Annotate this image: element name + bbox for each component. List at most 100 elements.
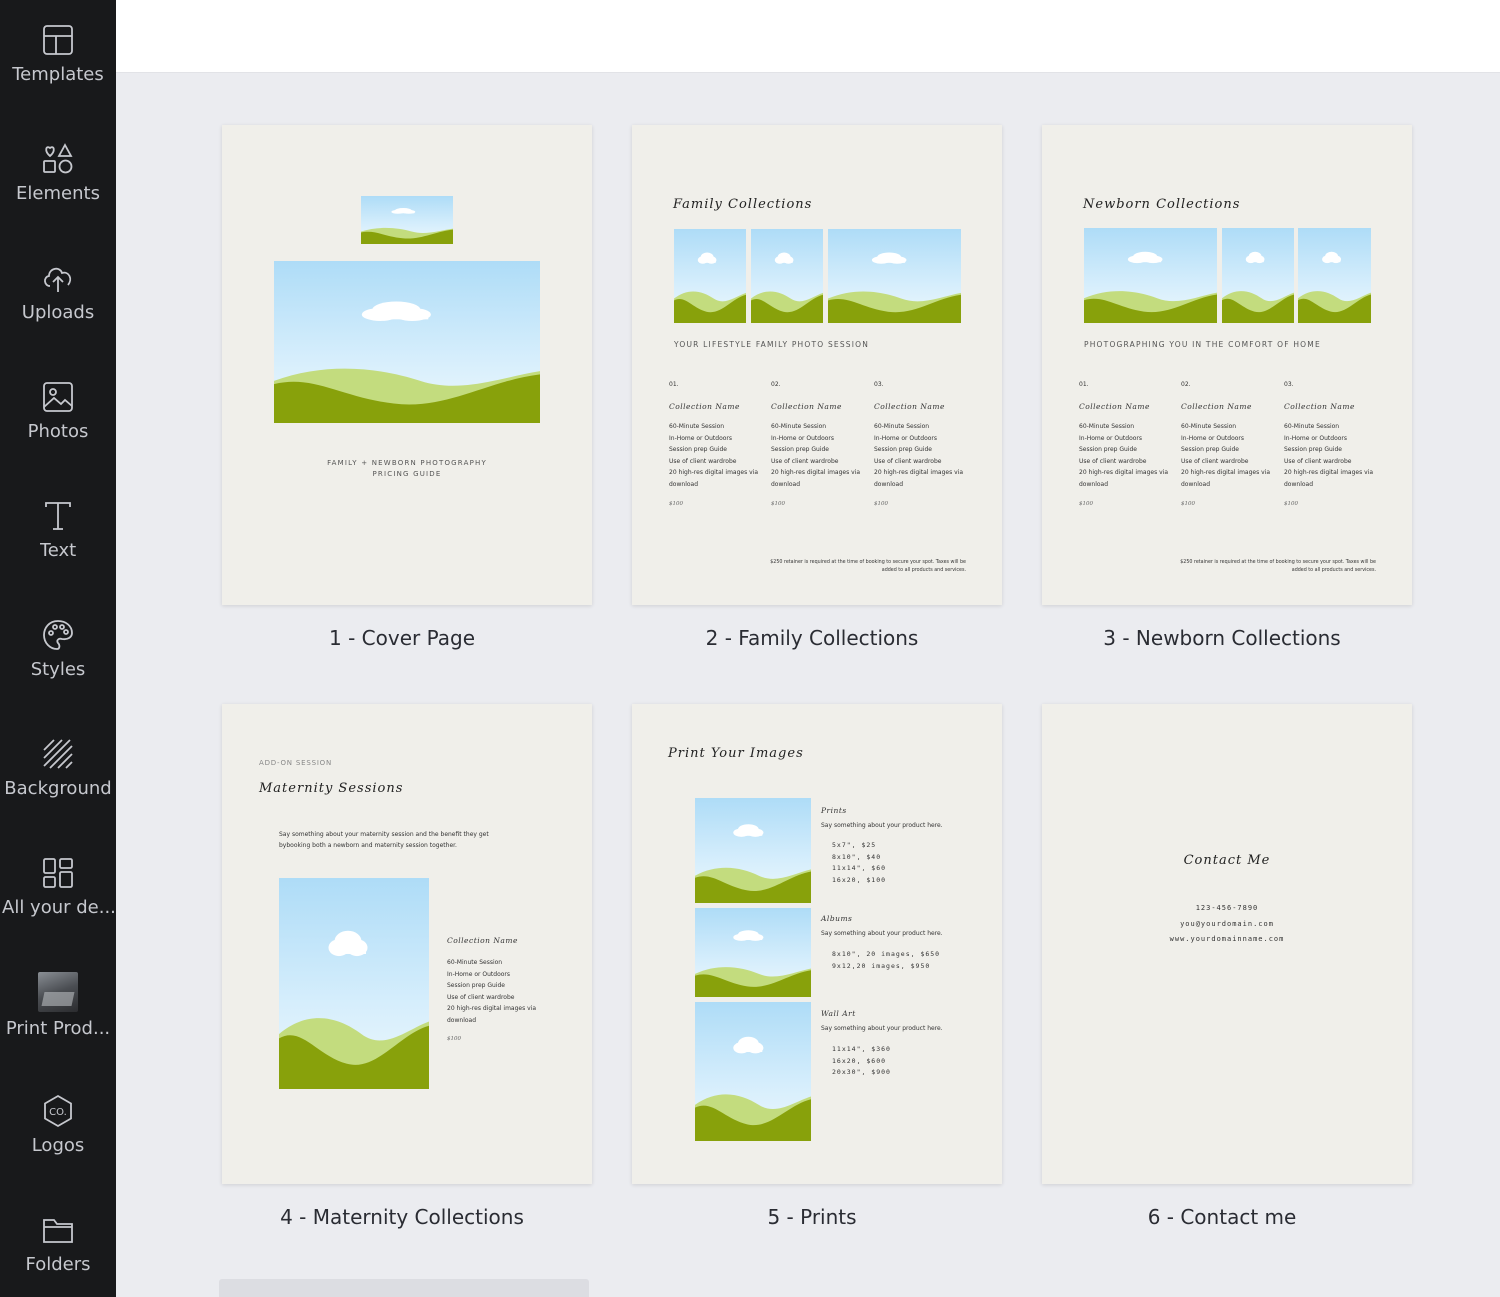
sidebar-item-elements[interactable]: Elements (0, 119, 116, 238)
page-thumbnail-partial[interactable] (219, 1279, 589, 1297)
sidebar-item-label: Elements (16, 183, 100, 204)
background-icon (40, 736, 76, 772)
product-price-list: 8x10", 20 images, $650 9x12,20 images, $9… (832, 950, 941, 970)
product-description: Say something about your product here. (821, 822, 943, 829)
photo-placeholder (279, 878, 429, 1089)
contact-email: you@yourdomain.com (1180, 919, 1274, 928)
collection-name: Collection Name (1079, 402, 1150, 411)
page-title: Newborn Collections (1083, 197, 1241, 212)
sidebar-item-styles[interactable]: Styles (0, 595, 116, 714)
sidebar-item-text[interactable]: Text (0, 476, 116, 595)
text-icon (40, 498, 76, 534)
photo-placeholder (1298, 228, 1371, 323)
photo-placeholder (695, 798, 811, 903)
photo-placeholder (695, 1002, 811, 1141)
elements-icon (40, 141, 76, 177)
sidebar-item-all-your-designs[interactable]: All your de... (0, 833, 116, 952)
templates-icon (40, 22, 76, 58)
sidebar-item-templates[interactable]: Templates (0, 0, 116, 119)
upload-cloud-icon (40, 260, 76, 296)
photo-icon (40, 379, 76, 415)
folder-icon (40, 1212, 76, 1248)
product-price-list: 11x14", $360 16x20, $600 20x30", $900 (832, 1045, 891, 1076)
collection-name: Collection Name (447, 936, 518, 945)
collection-name: Collection Name (771, 402, 842, 411)
page-thumbnail-prints[interactable]: Print Your Images Prints Say something a… (632, 704, 1002, 1184)
product-name: Wall Art (821, 1009, 856, 1018)
page-kicker: ADD-ON SESSION (259, 759, 333, 767)
sidebar-item-uploads[interactable]: Uploads (0, 238, 116, 357)
collection-number: 01. (1079, 381, 1089, 388)
collection-items: 60-Minute Session In-Home or Outdoors Sess… (771, 423, 861, 488)
sidebar-item-logos[interactable]: CO. Logos (0, 1071, 116, 1190)
collection-name: Collection Name (669, 402, 740, 411)
product-name: Prints (821, 806, 847, 815)
sidebar-item-label: All your de... (2, 897, 114, 918)
collection-price: $100 (669, 501, 683, 507)
photo-placeholder (274, 261, 540, 423)
page-thumbnail-cover[interactable]: FAMILY + NEWBORN PHOTOGRAPHY PRICING GUI… (222, 125, 592, 605)
contact-website: www.yourdomainname.com (1169, 935, 1285, 943)
collection-name: Collection Name (1284, 402, 1355, 411)
sidebar-item-label: Text (39, 540, 77, 561)
page-label[interactable]: 2 - Family Collections (627, 626, 997, 650)
sidebar-item-label: Uploads (21, 302, 95, 323)
collection-items: 60-Minute Session In-Home or Outdoors Sess… (1284, 423, 1374, 488)
contact-phone: 123-456-7890 (1195, 904, 1259, 912)
print-product-thumbnail (38, 972, 78, 1012)
collection-price: $100 (1181, 501, 1195, 507)
collection-price: $100 (874, 501, 888, 507)
sidebar-item-label: Logos (31, 1135, 85, 1156)
photo-placeholder (1222, 228, 1294, 323)
collection-number: 01. (669, 381, 679, 388)
sidebar-item-label: Templates (12, 64, 104, 85)
page-label[interactable]: 6 - Contact me (1037, 1205, 1407, 1229)
collection-price: $100 (447, 1036, 461, 1042)
page-label[interactable]: 5 - Prints (627, 1205, 997, 1229)
grid-icon (40, 855, 76, 891)
sidebar-item-label: Photos (27, 421, 89, 442)
sidebar-item-background[interactable]: Background (0, 714, 116, 833)
photo-placeholder (1084, 228, 1217, 323)
sidebar-item-label: Folders (25, 1254, 91, 1275)
contact-details: 123-456-7890 you@yourdomain.com www.your… (1042, 901, 1412, 948)
page-thumbnail-newborn[interactable]: Newborn Collections PHOTOGRAPHING YOU IN… (1042, 125, 1412, 605)
page-label[interactable]: 3 - Newborn Collections (1037, 626, 1407, 650)
photo-placeholder (361, 196, 453, 244)
page-thumbnail-family[interactable]: Family Collections YOUR LIFESTYLE FAMILY… (632, 125, 1002, 605)
collection-items: 60-Minute Session In-Home or Outdoors Sess… (1079, 423, 1169, 488)
collection-name: Collection Name (1181, 402, 1252, 411)
collection-items: 60-Minute Session In-Home or Outdoors Sess… (669, 423, 759, 488)
collection-number: 03. (874, 381, 884, 388)
collection-name: Collection Name (874, 402, 945, 411)
sidebar-item-photos[interactable]: Photos (0, 357, 116, 476)
sidebar-item-print-products[interactable]: Print Prod... (0, 952, 116, 1071)
product-price-list: 5x7", $25 8x10", $40 11x14", $60 16x20, $10… (832, 841, 887, 884)
page-title: Family Collections (673, 197, 813, 212)
page-title: Print Your Images (668, 746, 804, 761)
sidebar-item-folders[interactable]: Folders (0, 1190, 116, 1297)
sidebar-item-label: Styles (30, 659, 86, 680)
page-description: Say something about your maternity sessi… (279, 831, 489, 849)
page-title: Maternity Sessions (259, 781, 404, 796)
collection-number: 02. (1181, 381, 1191, 388)
collection-price: $100 (1079, 501, 1093, 507)
sidebar-item-label: Print Prod... (5, 1018, 111, 1039)
collection-number: 02. (771, 381, 781, 388)
photo-placeholder (751, 229, 823, 323)
cover-heading: FAMILY + NEWBORN PHOTOGRAPHY (327, 459, 487, 467)
page-thumbnail-maternity[interactable]: ADD-ON SESSION Maternity Sessions Say so… (222, 704, 592, 1184)
product-description: Say something about your product here. (821, 1025, 943, 1032)
photo-placeholder (828, 229, 961, 323)
page-title: Contact Me (1183, 853, 1271, 868)
page-label[interactable]: 4 - Maternity Collections (217, 1205, 587, 1229)
photo-placeholder (695, 908, 811, 997)
collection-items: 60-Minute Session In-Home or Outdoors Sess… (1181, 423, 1271, 488)
top-bar (116, 0, 1500, 73)
page-label[interactable]: 1 - Cover Page (217, 626, 587, 650)
page-thumbnail-contact[interactable]: Contact Me 123-456-7890 you@yourdomain.c… (1042, 704, 1412, 1184)
product-name: Albums (821, 914, 853, 923)
page-subtitle: PHOTOGRAPHING YOU IN THE COMFORT OF HOME (1084, 340, 1321, 349)
collection-items: 60-Minute Session In-Home or Outdoors Sess… (874, 423, 964, 488)
cover-subheading: PRICING GUIDE (372, 470, 442, 478)
